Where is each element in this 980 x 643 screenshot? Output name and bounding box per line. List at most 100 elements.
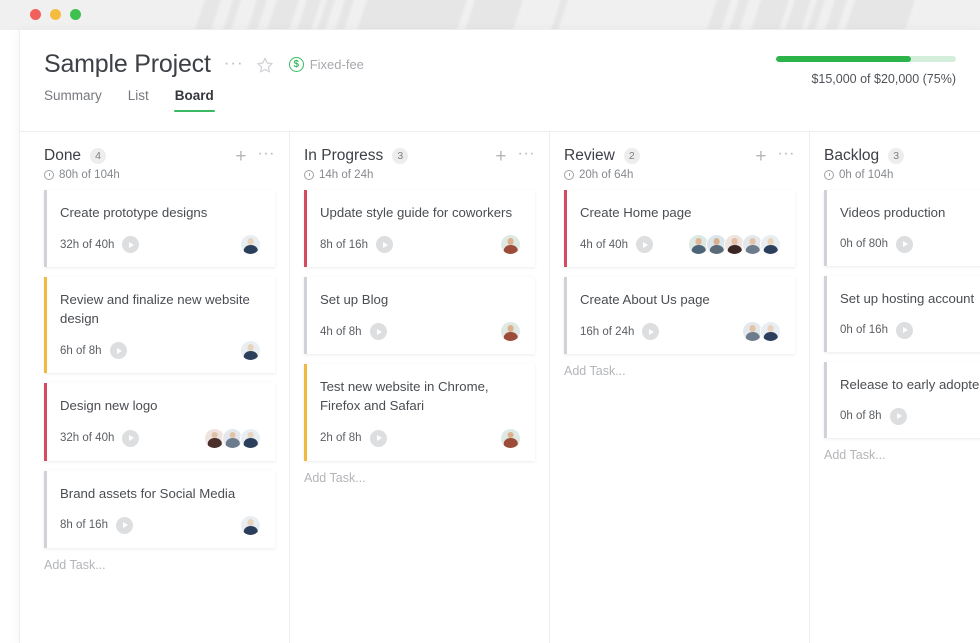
add-task-button[interactable]: Add Task... (564, 364, 795, 378)
column-actions[interactable]: + ··· (495, 146, 535, 167)
task-card[interactable]: Videos production0h of 80h (824, 190, 980, 266)
assignee-avatars[interactable] (240, 515, 261, 536)
play-timer-icon[interactable] (122, 430, 139, 447)
tab-summary[interactable]: Summary (44, 88, 102, 112)
column-hours-label: 14h of 24h (319, 169, 373, 181)
play-timer-icon[interactable] (636, 236, 653, 253)
task-card[interactable]: Release to early adopters0h of 8h (824, 362, 980, 438)
add-card-button[interactable]: + (755, 147, 766, 166)
task-footer: 8h of 16h (320, 234, 521, 255)
tab-board[interactable]: Board (175, 88, 214, 112)
task-card[interactable]: Create Home page4h of 40h (564, 190, 795, 267)
task-card[interactable]: Review and finalize new website design 6h… (44, 277, 275, 373)
task-card[interactable]: Set up hosting account 0h of 16h (824, 276, 980, 352)
column-hours-label: 0h of 104h (839, 169, 893, 181)
column-title: Done (44, 147, 81, 165)
add-card-button[interactable]: + (495, 147, 506, 166)
chrome-decorative-tabs (0, 0, 980, 30)
task-title: Create prototype designs (60, 203, 260, 222)
clock-icon (564, 170, 574, 180)
maximize-button[interactable] (70, 9, 81, 20)
task-card[interactable]: Create About Us page16h of 24h (564, 277, 795, 354)
task-hours: 6h of 8h (60, 345, 102, 357)
fee-type-badge: $ Fixed-fee (289, 57, 364, 72)
column-count-badge: 2 (624, 148, 640, 164)
task-footer: 0h of 16h (840, 320, 980, 340)
task-title: Release to early adopters (840, 375, 980, 394)
add-task-button[interactable]: Add Task... (44, 558, 275, 572)
close-button[interactable] (30, 9, 41, 20)
add-task-button[interactable]: Add Task... (824, 448, 980, 462)
task-footer: 32h of 40h (60, 428, 261, 449)
assignee-avatars[interactable] (240, 340, 261, 361)
page-title: Sample Project (44, 52, 211, 77)
project-tabs[interactable]: Summary List Board (44, 88, 956, 112)
clock-icon (824, 170, 834, 180)
task-card[interactable]: Brand assets for Social Media8h of 16h (44, 471, 275, 548)
budget-progress-fill (776, 56, 911, 62)
column-title: Review (564, 147, 615, 165)
play-timer-icon[interactable] (890, 408, 907, 425)
task-hours: 2h of 8h (320, 432, 362, 444)
task-card[interactable]: Create prototype designs 32h of 40h (44, 190, 275, 267)
project-more-menu-button[interactable]: ··· (224, 54, 244, 76)
task-footer: 2h of 8h (320, 428, 521, 449)
avatar[interactable] (500, 428, 521, 449)
avatar[interactable] (240, 234, 261, 255)
task-card[interactable]: Update style guide for coworkers8h of 16… (304, 190, 535, 267)
assignee-avatars[interactable] (500, 234, 521, 255)
assignee-avatars[interactable] (204, 428, 261, 449)
play-timer-icon[interactable] (376, 236, 393, 253)
column-menu-button[interactable]: ··· (518, 146, 535, 167)
avatar[interactable] (760, 234, 781, 255)
tab-list[interactable]: List (128, 88, 149, 112)
assignee-avatars[interactable] (688, 234, 781, 255)
column-hours-label: 20h of 64h (579, 169, 633, 181)
add-card-button[interactable]: + (235, 147, 246, 166)
assignee-avatars[interactable] (500, 428, 521, 449)
task-card[interactable]: Set up Blog4h of 8h (304, 277, 535, 354)
column-title-row: Backlog3 (824, 147, 980, 165)
column-actions[interactable]: + ··· (755, 146, 795, 167)
assignee-avatars[interactable] (500, 321, 521, 342)
task-title: Set up Blog (320, 290, 520, 309)
avatar[interactable] (240, 428, 261, 449)
assignee-avatars[interactable] (742, 321, 781, 342)
avatar[interactable] (240, 515, 261, 536)
play-timer-icon[interactable] (116, 517, 133, 534)
clock-icon (304, 170, 314, 180)
column-hours-label: 80h of 104h (59, 169, 120, 181)
play-timer-icon[interactable] (642, 323, 659, 340)
avatar[interactable] (500, 321, 521, 342)
avatar[interactable] (240, 340, 261, 361)
play-timer-icon[interactable] (370, 323, 387, 340)
column-menu-button[interactable]: ··· (258, 146, 275, 167)
column-header: In Progress3+···14h of 24h (304, 132, 535, 184)
task-card[interactable]: Design new logo32h of 40h (44, 383, 275, 460)
column-actions[interactable]: + ··· (235, 146, 275, 167)
budget-label: $15,000 of $20,000 (75%) (776, 72, 956, 86)
dollar-circle-icon: $ (289, 57, 304, 72)
play-timer-icon[interactable] (370, 430, 387, 447)
assignee-avatars[interactable] (240, 234, 261, 255)
app-window: Sample Project ··· $ Fixed-fee Summary L… (20, 30, 980, 643)
avatar[interactable] (760, 321, 781, 342)
column-title: In Progress (304, 147, 383, 165)
play-timer-icon[interactable] (896, 236, 913, 253)
task-card[interactable]: Test new website in Chrome, Firefox and … (304, 364, 535, 460)
task-footer: 32h of 40h (60, 234, 261, 255)
play-timer-icon[interactable] (896, 322, 913, 339)
avatar[interactable] (500, 234, 521, 255)
task-title: Videos production (840, 203, 980, 222)
add-task-button[interactable]: Add Task... (304, 471, 535, 485)
window-traffic-lights[interactable] (30, 9, 81, 20)
minimize-button[interactable] (50, 9, 61, 20)
play-timer-icon[interactable] (122, 236, 139, 253)
star-outline-icon[interactable] (256, 55, 275, 74)
column-menu-button[interactable]: ··· (778, 146, 795, 167)
play-timer-icon[interactable] (110, 342, 127, 359)
project-header: Sample Project ··· $ Fixed-fee Summary L… (20, 30, 980, 132)
task-title: Create Home page (580, 203, 780, 222)
task-title: Review and finalize new website design (60, 290, 260, 328)
task-title: Set up hosting account (840, 289, 980, 308)
